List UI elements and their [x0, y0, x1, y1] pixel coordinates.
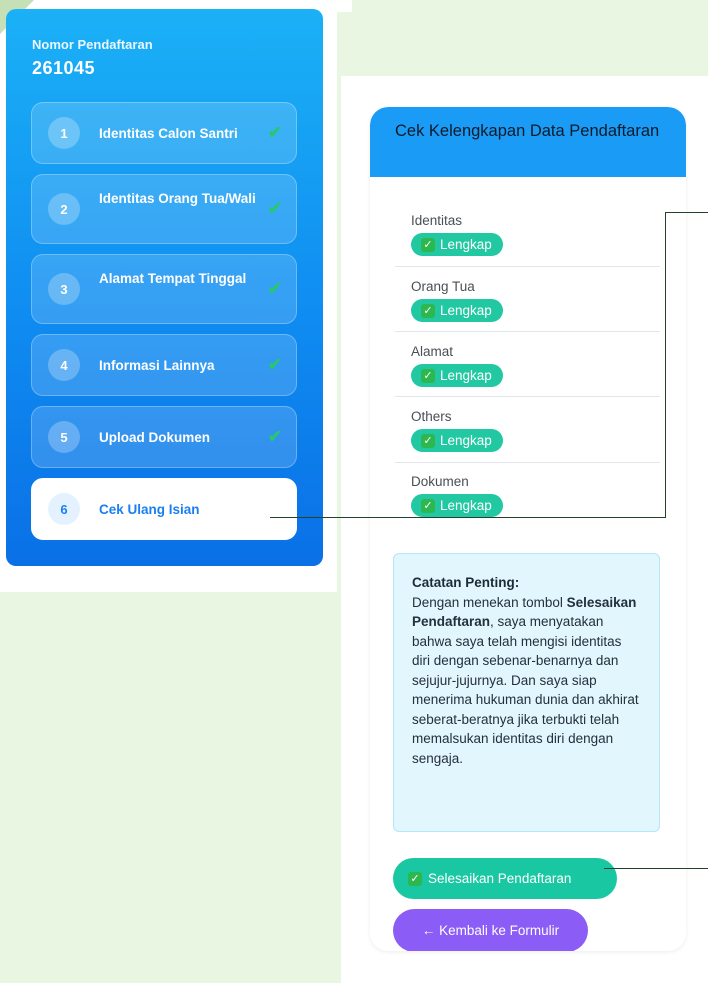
row-title-dokumen: Dokumen: [411, 474, 469, 489]
step-label: Informasi Lainnya: [99, 358, 215, 373]
row-title-alamat: Alamat: [411, 344, 454, 359]
step-label: Identitas Orang Tua/Wali: [99, 191, 256, 206]
connector-line: [270, 517, 666, 518]
row-title-others: Others: [411, 409, 452, 424]
row-title-orang-tua: Orang Tua: [411, 279, 475, 294]
finish-button-label: Selesaikan Pendaftaran: [428, 871, 572, 886]
note-text: Dengan menekan tombol Selesaikan Pendaft…: [412, 593, 643, 769]
step-identitas-orang-tua[interactable]: 2 Identitas Orang Tua/Wali ✔: [31, 174, 297, 244]
status-badge-others: ✓ Lengkap: [411, 429, 503, 452]
checkmark-icon: ✓: [421, 368, 435, 383]
connector-line: [604, 868, 708, 869]
step-identitas-calon-santri[interactable]: 1 Identitas Calon Santri ✔: [31, 102, 297, 164]
checkmark-icon: ✓: [421, 303, 435, 318]
connector-line: [665, 212, 708, 213]
check-icon: ✔: [267, 279, 282, 298]
step-number: 2: [48, 193, 80, 225]
checkmark-icon: ✓: [421, 498, 435, 513]
check-icon: ✔: [267, 199, 282, 218]
checkmark-icon: ✓: [421, 237, 435, 252]
status-text: Lengkap: [440, 237, 492, 252]
step-informasi-lainnya[interactable]: 4 Informasi Lainnya ✔: [31, 334, 297, 396]
status-text: Lengkap: [440, 368, 492, 383]
registration-number: 261045: [32, 58, 96, 78]
note-title: Catatan Penting:: [412, 575, 520, 590]
step-label: Alamat Tempat Tinggal: [99, 271, 247, 286]
step-number: 6: [48, 493, 80, 525]
finish-registration-button[interactable]: ✓ Selesaikan Pendaftaran: [393, 858, 617, 899]
status-badge-dokumen: ✓ Lengkap: [411, 494, 503, 517]
check-icon: ✔: [267, 355, 282, 374]
status-text: Lengkap: [440, 303, 492, 318]
review-card: Cek Kelengkapan Data Pendaftaran Identit…: [370, 107, 686, 951]
step-upload-dokumen[interactable]: 5 Upload Dokumen ✔: [31, 406, 297, 468]
status-badge-alamat: ✓ Lengkap: [411, 364, 503, 387]
step-label: Identitas Calon Santri: [99, 126, 238, 141]
back-to-form-button[interactable]: ← Kembali ke Formulir: [393, 909, 588, 951]
connector-line: [665, 212, 666, 518]
divider: [395, 396, 660, 397]
step-number: 5: [48, 421, 80, 453]
registration-label: Nomor Pendaftaran: [32, 37, 153, 52]
step-number: 3: [48, 273, 80, 305]
check-icon: ✔: [267, 123, 282, 142]
step-alamat-tempat-tinggal[interactable]: 3 Alamat Tempat Tinggal ✔: [31, 254, 297, 324]
status-badge-orang-tua: ✓ Lengkap: [411, 299, 503, 322]
steps-sidebar: Nomor Pendaftaran 261045 1 Identitas Cal…: [6, 9, 323, 566]
step-cek-ulang-isian[interactable]: 6 Cek Ulang Isian: [31, 478, 297, 540]
status-badge-identitas: ✓ Lengkap: [411, 233, 503, 256]
checkmark-icon: ✓: [421, 433, 435, 448]
step-label: Cek Ulang Isian: [99, 502, 200, 517]
status-text: Lengkap: [440, 433, 492, 448]
row-title-identitas: Identitas: [411, 213, 463, 228]
important-note: Catatan Penting: Dengan menekan tombol S…: [393, 553, 660, 832]
step-number: 1: [48, 117, 80, 149]
check-icon: ✔: [267, 427, 282, 446]
step-number: 4: [48, 349, 80, 381]
note-text-before: Dengan menekan tombol: [412, 594, 567, 610]
step-label: Upload Dokumen: [99, 430, 211, 445]
checkmark-icon: ✓: [408, 871, 422, 886]
card-title: Cek Kelengkapan Data Pendaftaran: [370, 107, 686, 177]
status-text: Lengkap: [440, 498, 492, 513]
divider: [395, 331, 660, 332]
note-text-after: , saya menyatakan bahwa saya telah mengi…: [412, 614, 639, 766]
divider: [395, 266, 660, 267]
divider: [395, 462, 660, 463]
